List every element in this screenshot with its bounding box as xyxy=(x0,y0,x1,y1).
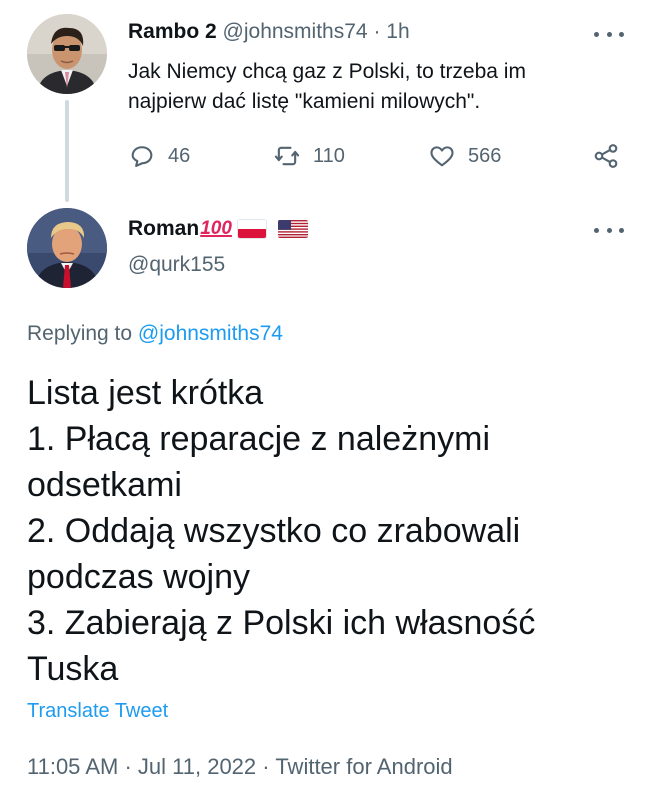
reply-text-line: podczas wojny xyxy=(27,558,251,596)
parent-action-bar: 46 110 566 xyxy=(128,138,628,174)
tweet-source[interactable]: Twitter for Android xyxy=(275,754,452,779)
reply-text-line: odsetkami xyxy=(27,466,182,504)
poland-flag-icon xyxy=(237,220,266,238)
tweet-date[interactable]: Jul 11, 2022 xyxy=(138,754,256,779)
parent-header: Rambo 2 @johnsmiths74 · 1h xyxy=(128,18,410,46)
reply-text-line: 2. Oddają wszystko co zrabowali xyxy=(27,512,521,550)
reply-button[interactable]: 46 xyxy=(128,138,190,174)
reply-text-line: Lista jest krótka xyxy=(27,374,264,412)
reply-tweet-text: Lista jest krótka 1. Płacą reparacje z n… xyxy=(27,370,627,692)
meta-separator: · xyxy=(124,754,132,779)
more-dots-icon[interactable] xyxy=(594,28,624,40)
parent-tweet-text: Jak Niemcy chcą gaz z Polski, to trzeba … xyxy=(128,57,628,117)
tweet-meta: 11:05 AM · Jul 11, 2022 · Twitter for An… xyxy=(27,752,453,782)
parent-separator: · xyxy=(373,20,381,43)
share-icon xyxy=(594,144,618,168)
more-dots-icon[interactable] xyxy=(594,224,624,236)
parent-handle[interactable]: @johnsmiths74 xyxy=(223,20,368,43)
translate-tweet-link[interactable]: Translate Tweet xyxy=(27,697,168,725)
parent-text-line: Jak Niemcy chcą gaz z Polski, to trzeba … xyxy=(128,60,526,83)
retweet-icon xyxy=(274,146,300,166)
tweet-time[interactable]: 11:05 AM xyxy=(27,754,118,779)
reply-display-name: Roman xyxy=(128,217,200,240)
thread-connector-line xyxy=(65,100,69,202)
parent-display-name[interactable]: Rambo 2 xyxy=(128,20,217,43)
meta-separator: · xyxy=(262,754,270,779)
parent-text-line: najpierw dać listę "kamieni milowych". xyxy=(128,90,481,113)
heart-icon xyxy=(430,146,454,167)
reply-bubble-icon xyxy=(131,146,153,167)
like-count: 566 xyxy=(468,144,502,167)
reply-text-line: 1. Płacą reparacje z należnymi xyxy=(27,420,491,458)
like-button[interactable]: 566 xyxy=(428,138,501,174)
reply-text-line: Tuska xyxy=(27,650,119,688)
parent-timestamp[interactable]: 1h xyxy=(386,20,409,43)
replying-to: Replying to @johnsmiths74 xyxy=(27,319,283,349)
reply-avatar[interactable] xyxy=(27,208,107,288)
replying-prefix: Replying to xyxy=(27,322,133,345)
replying-to-link[interactable]: @johnsmiths74 xyxy=(138,322,283,345)
reply-text-line: 3. Zabierają z Polski ich własność xyxy=(27,604,536,642)
reply-display-name-row[interactable]: Roman 100 xyxy=(128,214,308,244)
retweet-count: 110 xyxy=(313,144,345,167)
tweet-thread: Rambo 2 @johnsmiths74 · 1h Jak Niemcy ch… xyxy=(0,0,649,800)
retweet-button[interactable]: 110 xyxy=(273,138,345,174)
us-flag-icon xyxy=(277,220,308,238)
parent-avatar[interactable] xyxy=(27,14,107,94)
share-button[interactable] xyxy=(592,138,632,174)
hundred-points-icon: 100 xyxy=(200,218,232,239)
reply-handle[interactable]: @qurk155 xyxy=(128,250,225,280)
reply-count: 46 xyxy=(168,144,191,167)
